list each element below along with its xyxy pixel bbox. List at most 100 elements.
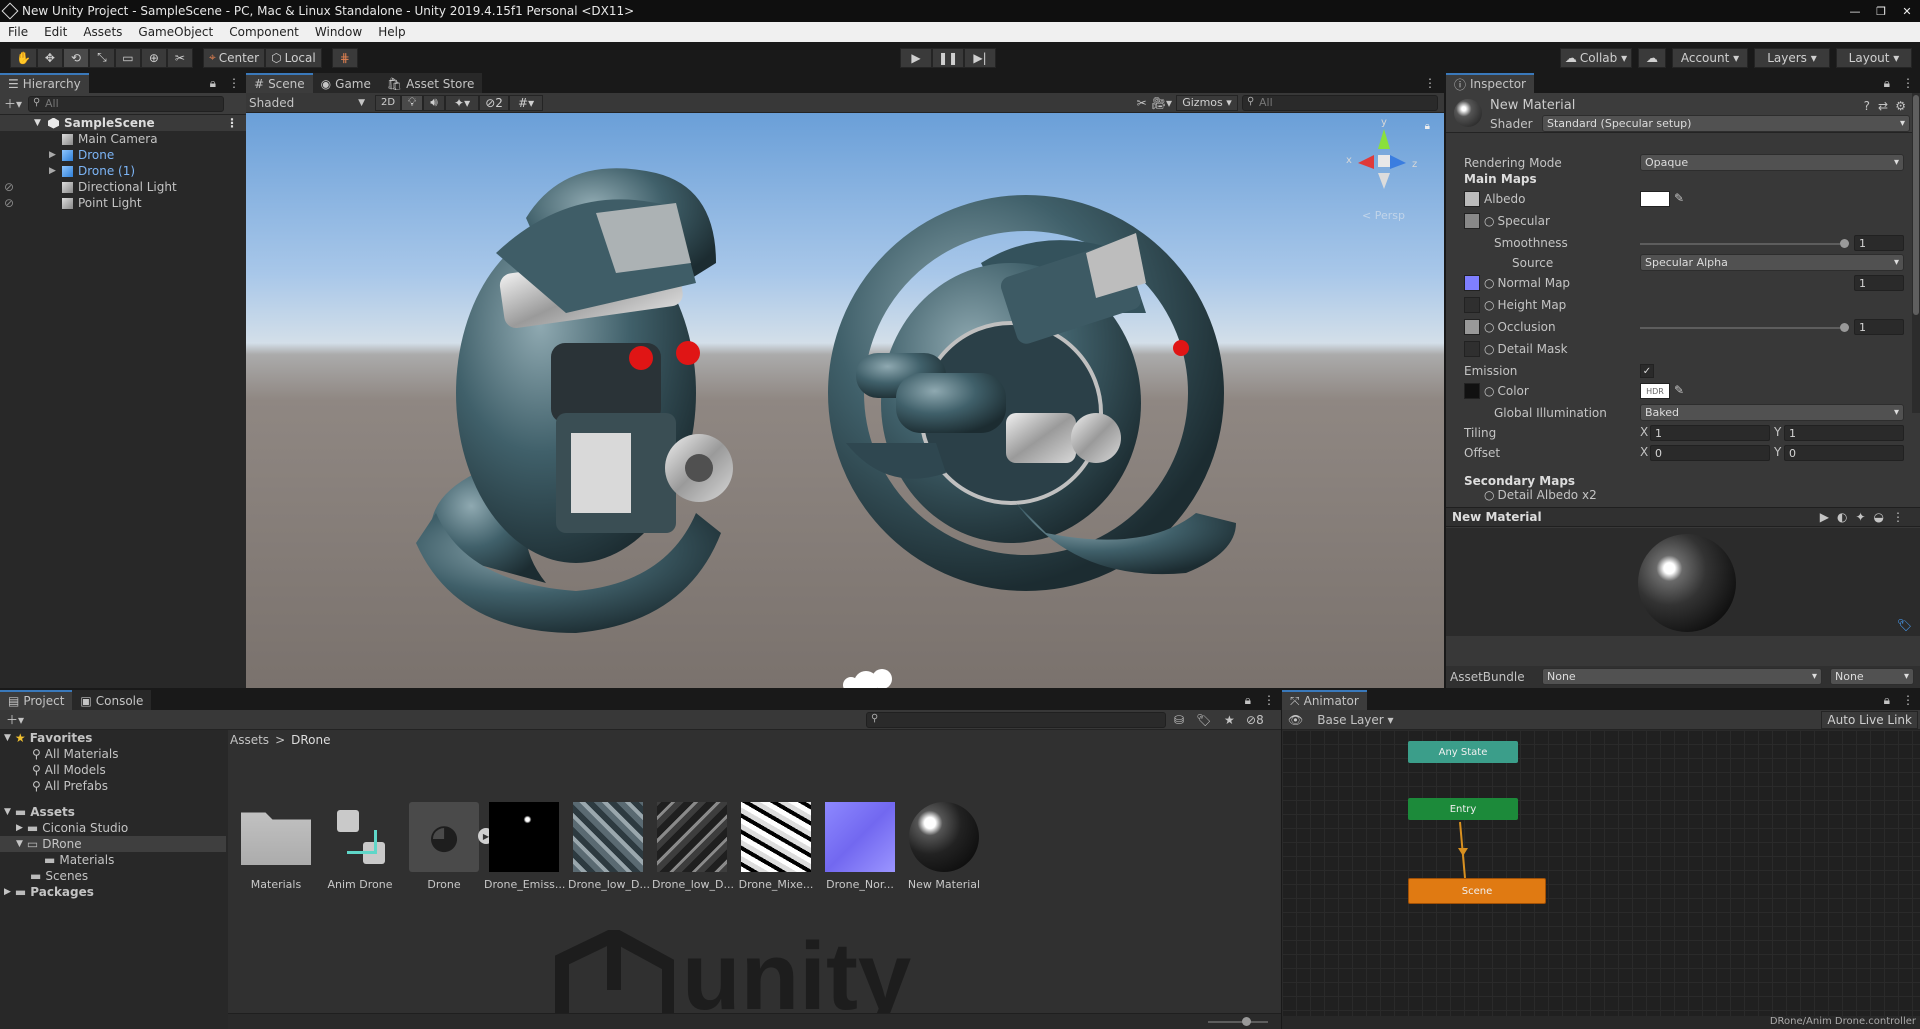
hierarchy-search-input[interactable]: All xyxy=(28,95,225,112)
filter-label-icon[interactable]: 🏷︎ xyxy=(1196,713,1211,727)
assetbundle-dropdown[interactable]: None xyxy=(1542,668,1822,685)
tree-assets[interactable]: ▼ ▬ Assets xyxy=(0,804,226,820)
create-plus-icon[interactable]: ＋▾ xyxy=(6,711,24,728)
camera-dropdown-icon[interactable]: 🎥︎▾ xyxy=(1151,96,1172,110)
asset-drone-emissive[interactable]: Drone_Emiss... xyxy=(484,802,565,891)
lock-icon[interactable]: 🔒︎ xyxy=(1878,73,1896,93)
lighting-toggle-icon[interactable]: 💡︎ xyxy=(401,94,424,111)
settings-gear-icon[interactable]: ⚙ xyxy=(1895,99,1906,113)
hierarchy-item-directional-light[interactable]: ⊘ Directional Light xyxy=(0,179,246,195)
cloud-icon[interactable]: ☁ xyxy=(1638,47,1666,68)
asset-anim-drone[interactable]: Anim Drone xyxy=(320,802,400,891)
scale-tool-icon[interactable]: ⤡ xyxy=(88,47,115,68)
maximize-button[interactable]: ❐ xyxy=(1868,0,1894,22)
thumbnail-size-slider[interactable] xyxy=(1208,1021,1268,1023)
rendering-mode-dropdown[interactable]: Opaque xyxy=(1640,154,1904,171)
tag-icon[interactable]: 🏷︎ xyxy=(1897,618,1912,632)
expand-arrow-icon[interactable]: ▼ xyxy=(34,118,41,128)
emission-texture-slot[interactable] xyxy=(1464,383,1480,399)
kebab-menu-icon[interactable]: ⋮ xyxy=(1416,73,1444,93)
step-button[interactable]: ▶| xyxy=(964,47,996,68)
lock-icon[interactable]: 🔒︎ xyxy=(204,73,222,93)
animator-graph[interactable]: Any State Entry Scene xyxy=(1282,730,1920,1016)
2d-toggle[interactable]: 2D xyxy=(375,94,402,111)
account-dropdown[interactable]: Account ▾ xyxy=(1672,47,1748,68)
kebab-menu-icon[interactable]: ⋮ xyxy=(222,73,246,93)
rotate-tool-icon[interactable]: ⟲ xyxy=(62,47,89,68)
tree-ciconia-studio[interactable]: ▶ ▬ Ciconia Studio xyxy=(0,820,226,836)
grid-dropdown-icon[interactable]: #▾ xyxy=(509,94,544,111)
layers-dropdown[interactable]: Layers ▾ xyxy=(1754,47,1830,68)
shading-mode-dropdown[interactable]: Shaded ▼ xyxy=(249,95,369,111)
asset-drone-normal[interactable]: Drone_Nor... xyxy=(820,802,900,891)
scene-state-node[interactable]: Scene xyxy=(1408,878,1546,904)
eye-icon[interactable]: 👁︎ xyxy=(1288,713,1303,727)
scene-viewport[interactable]: y x z < Persp 🔒︎ xyxy=(246,113,1444,688)
custom-tool-icon[interactable]: ✂ xyxy=(166,47,193,68)
layout-dropdown[interactable]: Layout ▾ xyxy=(1836,47,1912,68)
light-gizmo-icon[interactable] xyxy=(843,669,892,688)
normal-map-texture-slot[interactable] xyxy=(1464,275,1480,291)
kebab-menu-icon[interactable]: ⋮ xyxy=(1896,690,1920,710)
menu-help[interactable]: Help xyxy=(370,25,413,39)
smoothness-field[interactable]: 1 xyxy=(1854,235,1904,251)
inspector-scrollbar[interactable] xyxy=(1912,93,1920,413)
tree-scenes[interactable]: ▬ Scenes xyxy=(0,868,226,884)
hierarchy-item-point-light[interactable]: ⊘ Point Light xyxy=(0,195,246,211)
lock-icon[interactable]: 🔒︎ xyxy=(1878,690,1896,710)
collab-dropdown[interactable]: ☁ Collab ▾ xyxy=(1560,47,1632,68)
hidden-packages-icon[interactable]: ⊘8 xyxy=(1246,713,1264,727)
rect-tool-icon[interactable]: ▭ xyxy=(114,47,141,68)
tiling-y-field[interactable]: 1 xyxy=(1784,425,1904,441)
filter-type-icon[interactable]: ⛁ xyxy=(1174,713,1184,727)
expand-arrow-icon[interactable]: ▶ xyxy=(49,150,56,160)
tab-console[interactable]: ▣ Console xyxy=(72,690,152,710)
asset-drone-model[interactable]: ◕ Drone ▶ xyxy=(404,802,494,891)
tree-packages[interactable]: ▶ ▬ Packages xyxy=(0,884,226,900)
emission-checkbox[interactable]: ✓ xyxy=(1640,364,1654,378)
kebab-menu-icon[interactable]: ⋮ xyxy=(1257,690,1281,710)
material-preview[interactable]: 🏷︎ xyxy=(1446,528,1920,636)
eyedropper-icon[interactable]: ✎ xyxy=(1674,383,1684,397)
close-button[interactable]: ✕ xyxy=(1894,0,1920,22)
tree-drone[interactable]: ▼ ▭ DRone xyxy=(0,836,226,852)
play-button[interactable]: ▶ xyxy=(900,47,932,68)
minimize-button[interactable]: — xyxy=(1842,0,1868,22)
preset-icon[interactable]: ⇄ xyxy=(1878,99,1888,113)
drone-model-2[interactable] xyxy=(828,195,1236,591)
emission-color-swatch[interactable]: HDR xyxy=(1640,383,1670,399)
audio-toggle-icon[interactable]: 🔊︎ xyxy=(423,94,446,111)
preview-controls-icon[interactable]: ▶◐✦◒⋮ xyxy=(1820,510,1912,524)
source-dropdown[interactable]: Specular Alpha xyxy=(1640,254,1904,271)
tab-asset-store[interactable]: 🛍︎ Asset Store xyxy=(378,73,483,93)
scene-root-row[interactable]: ▼ SampleScene ⋮ xyxy=(0,115,246,131)
tiling-x-field[interactable]: 1 xyxy=(1650,425,1770,441)
albedo-texture-slot[interactable] xyxy=(1464,191,1480,207)
expand-arrow-icon[interactable]: ▶ xyxy=(16,823,23,833)
pivot-center-button[interactable]: ⌖ Center xyxy=(202,47,266,68)
scene-menu-icon[interactable]: ⋮ xyxy=(226,116,238,130)
tab-hierarchy[interactable]: ☰ Hierarchy xyxy=(0,73,89,93)
create-plus-icon[interactable]: ＋▾ xyxy=(4,95,22,112)
tab-project[interactable]: ▤ Project xyxy=(0,690,73,710)
tools-icon[interactable]: ✂ xyxy=(1137,96,1147,110)
tab-animator[interactable]: ⤧ Animator xyxy=(1282,690,1367,710)
menu-window[interactable]: Window xyxy=(307,25,370,39)
shader-dropdown[interactable]: Standard (Specular setup) xyxy=(1542,115,1910,132)
expand-arrow-icon[interactable]: ▼ xyxy=(4,807,11,817)
tab-scene[interactable]: # Scene xyxy=(246,73,313,93)
tree-all-materials[interactable]: ⚲ All Materials xyxy=(0,746,226,762)
project-search-input[interactable] xyxy=(866,711,1166,728)
eyedropper-icon[interactable]: ✎ xyxy=(1674,191,1684,205)
expand-arrow-icon[interactable]: ▼ xyxy=(16,839,23,849)
asset-drone-mixed[interactable]: Drone_Mixe... xyxy=(736,802,816,891)
menu-file[interactable]: File xyxy=(0,25,36,39)
occlusion-texture-slot[interactable] xyxy=(1464,319,1480,335)
detail-mask-texture-slot[interactable] xyxy=(1464,341,1480,357)
offset-x-field[interactable]: 0 xyxy=(1650,445,1770,461)
breadcrumb-drone[interactable]: DRone xyxy=(291,733,330,747)
layer-breadcrumb[interactable]: Base Layer ▾ xyxy=(1317,713,1393,727)
tree-materials[interactable]: ▬ Materials xyxy=(0,852,226,868)
menu-assets[interactable]: Assets xyxy=(75,25,130,39)
kebab-menu-icon[interactable]: ⋮ xyxy=(1896,73,1920,93)
